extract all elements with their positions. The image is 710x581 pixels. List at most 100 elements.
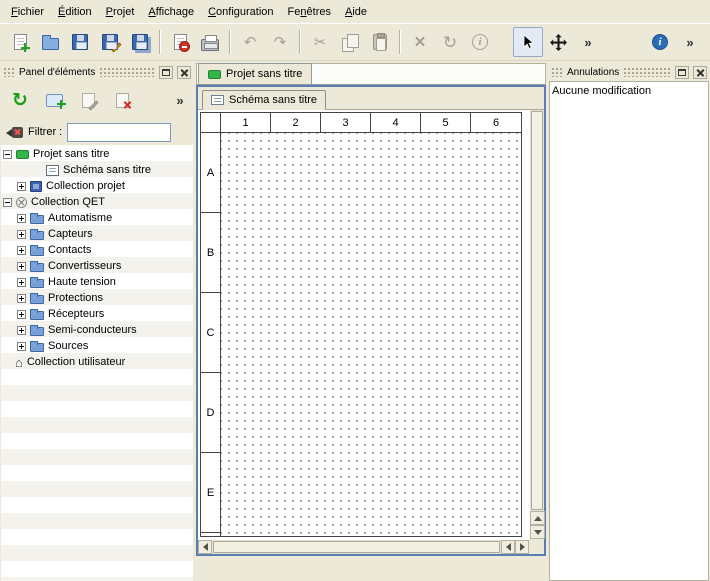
filter-input[interactable] bbox=[67, 123, 171, 142]
float-panel-button[interactable] bbox=[159, 66, 173, 79]
tree-item-protections[interactable]: Protections bbox=[1, 290, 193, 306]
new-element-button[interactable] bbox=[39, 85, 69, 115]
tree-item-sources[interactable]: Sources bbox=[1, 338, 193, 354]
tree-item-label: Contacts bbox=[48, 244, 91, 256]
new-document-button[interactable] bbox=[5, 27, 35, 57]
project-tab-label: Projet sans titre bbox=[226, 68, 302, 80]
cut-button[interactable]: ✂ bbox=[305, 27, 335, 57]
dock-grip-icon[interactable] bbox=[99, 67, 155, 77]
menu-projet[interactable]: Projet bbox=[99, 3, 142, 21]
expand-icon[interactable] bbox=[17, 294, 26, 303]
delete-button[interactable]: × bbox=[405, 27, 435, 57]
edit-element-button[interactable] bbox=[73, 85, 103, 115]
tab-schema-sans-titre[interactable]: Schéma sans titre bbox=[202, 90, 326, 110]
scroll-up-button[interactable] bbox=[530, 511, 545, 525]
element-info-button[interactable]: i bbox=[465, 27, 495, 57]
tree-item-collection-projet[interactable]: Collection projet bbox=[1, 178, 193, 194]
scroll-left-button-2[interactable] bbox=[501, 540, 515, 554]
about-button[interactable]: i bbox=[645, 27, 675, 57]
horizontal-scrollbar[interactable] bbox=[198, 539, 529, 554]
menu-configuration[interactable]: Configuration bbox=[201, 3, 280, 21]
dock-grip-icon[interactable] bbox=[623, 67, 671, 77]
expand-icon[interactable] bbox=[17, 182, 26, 191]
vertical-scrollbar[interactable] bbox=[529, 110, 544, 539]
copy-button[interactable] bbox=[335, 27, 365, 57]
expand-icon[interactable] bbox=[17, 342, 26, 351]
move-tool-button[interactable] bbox=[543, 27, 573, 57]
save-button[interactable] bbox=[65, 27, 95, 57]
dock-grip-icon[interactable] bbox=[3, 67, 15, 77]
tree-item-collection-qet[interactable]: Collection QET bbox=[1, 194, 193, 210]
expand-icon[interactable] bbox=[17, 262, 26, 271]
paste-button[interactable] bbox=[365, 27, 395, 57]
scroll-left-button[interactable] bbox=[198, 540, 212, 554]
tree-item-convertisseurs[interactable]: Convertisseurs bbox=[1, 258, 193, 274]
expand-icon[interactable] bbox=[17, 278, 26, 287]
menu-edition[interactable]: Édition bbox=[51, 3, 99, 21]
open-project-button[interactable] bbox=[35, 27, 65, 57]
schema-page[interactable]: 1 2 3 4 5 6 A B C bbox=[200, 112, 522, 537]
menu-fichier[interactable]: Fichier bbox=[4, 3, 51, 21]
close-panel-button[interactable] bbox=[177, 66, 191, 79]
expand-icon[interactable] bbox=[17, 246, 26, 255]
tree-item-label: Collection QET bbox=[31, 196, 105, 208]
menu-aide[interactable]: Aide bbox=[338, 3, 374, 21]
column-header: 4 bbox=[371, 113, 421, 132]
schema-view: 1 2 3 4 5 6 A B C bbox=[198, 110, 544, 554]
refresh-icon: ↻ bbox=[12, 91, 28, 110]
rotate-button[interactable]: ↻ bbox=[435, 27, 465, 57]
tree-item-projet-sans-titre[interactable]: Projet sans titre bbox=[1, 146, 193, 162]
menu-affichage[interactable]: Affichage bbox=[141, 3, 201, 21]
toolbar-overflow-button[interactable]: » bbox=[573, 27, 603, 57]
save-as-button[interactable] bbox=[95, 27, 125, 57]
delete-element-icon bbox=[116, 93, 129, 108]
close-file-button[interactable] bbox=[165, 27, 195, 57]
schema-viewport[interactable]: 1 2 3 4 5 6 A B C bbox=[198, 110, 529, 539]
menu-label: dition bbox=[65, 6, 91, 18]
collapse-icon[interactable] bbox=[3, 150, 12, 159]
expand-icon[interactable] bbox=[17, 326, 26, 335]
save-all-button[interactable] bbox=[125, 27, 155, 57]
close-icon bbox=[696, 68, 705, 77]
expand-icon[interactable] bbox=[17, 310, 26, 319]
undo-history-list[interactable]: Aucune modification bbox=[549, 81, 709, 581]
vertical-scrollbar-thumb[interactable] bbox=[531, 111, 543, 510]
save-icon bbox=[72, 34, 88, 50]
elements-panel-header[interactable]: Panel d'éléments bbox=[1, 63, 193, 81]
float-panel-button[interactable] bbox=[675, 66, 689, 79]
tab-projet-sans-titre[interactable]: Projet sans titre bbox=[198, 63, 312, 84]
menu-fenetres[interactable]: Fenêtres bbox=[281, 3, 338, 21]
tree-item-recepteurs[interactable]: Récepteurs bbox=[1, 306, 193, 322]
menu-label: ffichage bbox=[156, 6, 194, 18]
close-panel-button[interactable] bbox=[693, 66, 707, 79]
tree-item-capteurs[interactable]: Capteurs bbox=[1, 226, 193, 242]
schematic-canvas[interactable] bbox=[221, 133, 521, 536]
menu-label: onfiguration bbox=[216, 6, 274, 18]
redo-button[interactable]: ↷ bbox=[265, 27, 295, 57]
delete-element-button[interactable] bbox=[107, 85, 137, 115]
print-button[interactable] bbox=[195, 27, 225, 57]
tree-item-haute-tension[interactable]: Haute tension bbox=[1, 274, 193, 290]
tree-item-automatisme[interactable]: Automatisme bbox=[1, 210, 193, 226]
panel-toolbar-overflow-button[interactable]: » bbox=[171, 85, 189, 115]
horizontal-scrollbar-thumb[interactable] bbox=[213, 541, 500, 553]
scroll-right-button[interactable] bbox=[515, 540, 529, 554]
tree-item-semi-conducteurs[interactable]: Semi-conducteurs bbox=[1, 322, 193, 338]
scroll-down-button[interactable] bbox=[530, 525, 545, 539]
paste-icon bbox=[373, 34, 387, 50]
collapse-icon[interactable] bbox=[3, 198, 12, 207]
cursor-arrow-icon bbox=[520, 34, 536, 50]
dock-grip-icon[interactable] bbox=[551, 67, 563, 77]
clear-filter-icon[interactable] bbox=[6, 126, 23, 139]
undo-button[interactable]: ↶ bbox=[235, 27, 265, 57]
reload-collections-button[interactable]: ↻ bbox=[5, 85, 35, 115]
tree-item-collection-utilisateur[interactable]: ⌂Collection utilisateur bbox=[1, 354, 193, 370]
select-tool-button[interactable] bbox=[513, 27, 543, 57]
tree-item-schema-sans-titre[interactable]: Schéma sans titre bbox=[1, 162, 193, 178]
tree-item-contacts[interactable]: Contacts bbox=[1, 242, 193, 258]
expand-icon[interactable] bbox=[17, 214, 26, 223]
expand-icon[interactable] bbox=[17, 230, 26, 239]
undo-panel-header[interactable]: Annulations bbox=[549, 63, 709, 81]
move-arrows-icon bbox=[550, 34, 567, 51]
help-toolbar-overflow-button[interactable]: » bbox=[675, 27, 705, 57]
